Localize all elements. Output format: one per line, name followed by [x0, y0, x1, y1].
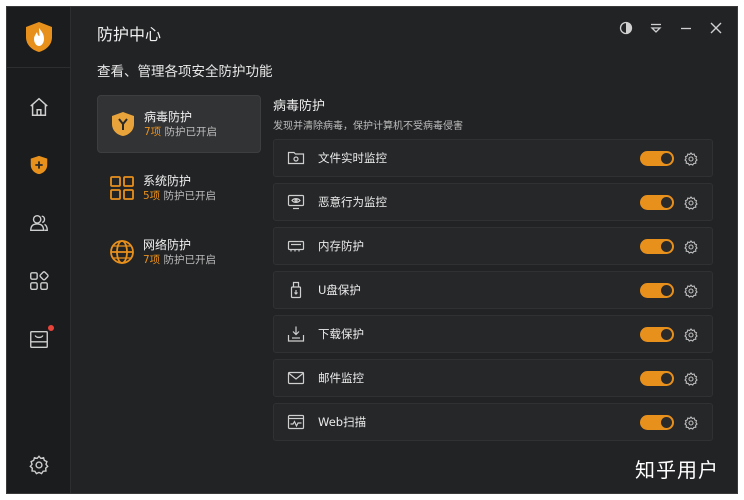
- store-icon: [30, 330, 48, 348]
- protection-item-usb: U盘保护: [273, 271, 713, 309]
- protection-toggle[interactable]: [640, 415, 674, 430]
- protection-toggle[interactable]: [640, 151, 674, 166]
- nav-protection[interactable]: [7, 145, 71, 185]
- category-count: 7项: [143, 253, 161, 266]
- usb-icon: [290, 281, 302, 299]
- protection-item-behavior-monitor: 恶意行为监控: [273, 183, 713, 221]
- settings-icon: [29, 455, 49, 475]
- folder-monitor-icon: [287, 151, 305, 165]
- app-logo-icon: [26, 22, 52, 52]
- notification-dot: [48, 325, 54, 331]
- protection-item-label: U盘保护: [318, 283, 361, 297]
- protection-toggle[interactable]: [640, 327, 674, 342]
- panel-description: 发现并清除病毒，保护计算机不受病毒侵害: [273, 121, 463, 132]
- gear-icon[interactable]: [684, 284, 698, 298]
- close-icon: [710, 22, 722, 34]
- users-icon: [30, 214, 48, 232]
- protection-item-memory: 内存防护: [273, 227, 713, 265]
- home-icon: [30, 97, 48, 116]
- theme-icon: [619, 21, 633, 35]
- gear-icon[interactable]: [684, 152, 698, 166]
- menu-icon: [650, 23, 662, 33]
- gear-icon[interactable]: [684, 328, 698, 342]
- protection-item-label: 文件实时监控: [318, 151, 387, 165]
- category-network-protection[interactable]: 网络防护 7项 防护已开启: [97, 223, 261, 281]
- nav-home[interactable]: [7, 87, 71, 127]
- protection-toggle[interactable]: [640, 239, 674, 254]
- web-scan-icon: [287, 414, 305, 430]
- protection-item-label: 恶意行为监控: [318, 195, 387, 209]
- category-name: 病毒防护: [144, 109, 193, 124]
- protection-item-web-scan: Web扫描: [273, 403, 713, 441]
- app-window: 防护中心 查看、管理各项安全防护功能 病毒防护 7项 防护已开启 系统防护 5项…: [6, 6, 738, 494]
- menu-button[interactable]: [649, 21, 663, 35]
- nav-apps[interactable]: [7, 261, 71, 301]
- protection-toggle[interactable]: [640, 371, 674, 386]
- protection-item-label: Web扫描: [318, 415, 367, 429]
- page-subtitle: 查看、管理各项安全防护功能: [97, 64, 273, 80]
- protection-toggle[interactable]: [640, 195, 674, 210]
- gear-icon[interactable]: [684, 416, 698, 430]
- close-button[interactable]: [709, 21, 723, 35]
- gear-icon[interactable]: [684, 240, 698, 254]
- nav-settings[interactable]: [7, 445, 71, 485]
- category-virus-protection[interactable]: 病毒防护 7项 防护已开启: [97, 95, 261, 153]
- category-status: 防护已开启: [163, 253, 217, 266]
- virus-shield-icon: [112, 112, 134, 136]
- globe-icon: [110, 240, 134, 264]
- theme-button[interactable]: [619, 21, 633, 35]
- nav-accounts[interactable]: [7, 203, 71, 243]
- protection-toggle[interactable]: [640, 283, 674, 298]
- watermark: 知乎用户: [635, 458, 719, 482]
- protection-item-label: 邮件监控: [318, 371, 364, 385]
- protection-item-mail: 邮件监控: [273, 359, 713, 397]
- memory-icon: [287, 240, 305, 252]
- gear-icon[interactable]: [684, 372, 698, 386]
- nav-store[interactable]: [7, 319, 71, 359]
- protection-item-list: 文件实时监控 恶意行为监控 内存防护 U盘保护 下载保护 邮件监控 Web扫描: [273, 139, 713, 447]
- category-name: 网络防护: [143, 237, 192, 252]
- download-icon: [287, 326, 305, 342]
- minimize-icon: [681, 27, 691, 30]
- gear-icon[interactable]: [684, 196, 698, 210]
- panel-title: 病毒防护: [273, 99, 326, 114]
- shield-plus-icon: [30, 155, 48, 175]
- minimize-button[interactable]: [679, 21, 693, 35]
- category-count: 5项: [143, 189, 161, 202]
- category-status: 防护已开启: [164, 125, 218, 138]
- protection-item-download: 下载保护: [273, 315, 713, 353]
- category-name: 系统防护: [143, 173, 192, 188]
- category-status: 防护已开启: [163, 189, 217, 202]
- apps-icon: [30, 271, 49, 290]
- window-title: 防护中心: [97, 25, 162, 44]
- window-controls: [619, 21, 723, 35]
- category-count: 7项: [144, 125, 162, 138]
- category-system-protection[interactable]: 系统防护 5项 防护已开启: [97, 159, 261, 217]
- grid-icon: [110, 176, 134, 200]
- sidebar-rail: [7, 7, 71, 493]
- protection-item-label: 下载保护: [318, 327, 364, 341]
- protection-item-file-monitor: 文件实时监控: [273, 139, 713, 177]
- protection-item-label: 内存防护: [318, 239, 364, 253]
- mail-icon: [287, 371, 305, 385]
- eye-monitor-icon: [287, 194, 305, 210]
